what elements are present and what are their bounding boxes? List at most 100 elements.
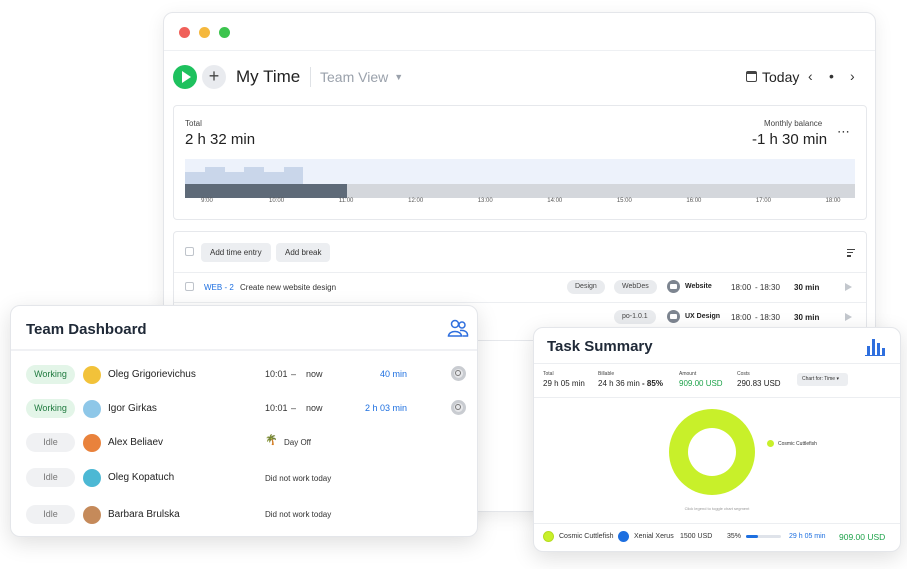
member-time-dash: – <box>291 369 297 379</box>
resume-entry-icon[interactable] <box>845 313 852 321</box>
entry-duration: 30 min <box>794 283 820 292</box>
sort-icon[interactable] <box>847 249 855 259</box>
entry-tag[interactable]: WebDes <box>614 280 657 294</box>
timeline-tick-label: 17:00 <box>755 198 771 204</box>
member-name[interactable]: Alex Beliaev <box>108 437 163 448</box>
activity-icon[interactable] <box>451 366 466 381</box>
entry-description[interactable]: Create new website design <box>240 283 336 292</box>
day-timeline[interactable] <box>185 159 855 198</box>
timeline-tracked <box>185 184 347 198</box>
timeline-tick-label: 12:00 <box>408 198 424 204</box>
window-titlebar <box>164 13 875 51</box>
toolbar: + My Time Team View ▼ Today ‹ • › <box>164 63 875 93</box>
timeline-block <box>205 167 225 184</box>
status-badge: Idle <box>26 505 75 524</box>
member-name[interactable]: Igor Girkas <box>108 403 157 414</box>
add-break-button[interactable]: Add break <box>276 243 331 262</box>
legend-label[interactable]: Cosmic Cuttlefish <box>778 441 817 447</box>
timeline-block <box>264 172 284 184</box>
folder-icon <box>667 280 680 293</box>
timeline-tick-label: 10:00 <box>269 198 285 204</box>
avatar <box>83 506 101 524</box>
row-divider <box>174 302 866 303</box>
team-dashboard-card: Team Dashboard Working Oleg Grigorievich… <box>10 305 478 537</box>
entry-end[interactable]: - 18:30 <box>755 283 780 292</box>
stat-value-billable: 24 h 36 min - 85% <box>598 379 663 388</box>
footer-client[interactable]: Xenial Xerus <box>634 533 674 540</box>
resume-entry-icon[interactable] <box>845 283 852 291</box>
timeline-block <box>284 167 303 184</box>
status-badge: Idle <box>26 468 75 487</box>
prev-day-button[interactable]: ‹ <box>808 68 813 84</box>
entry-tag[interactable]: Design <box>567 280 605 294</box>
task-divider <box>534 363 900 364</box>
team-icon[interactable] <box>447 318 469 338</box>
member-name[interactable]: Oleg Kopatuch <box>108 472 174 483</box>
timeline-tick-label: 13:00 <box>477 198 493 204</box>
member-time-from: 10:01 <box>265 403 288 413</box>
member-time-from: 10:01 <box>265 369 288 379</box>
footer-amount: 909.00 USD <box>839 532 886 542</box>
team-divider <box>11 349 477 351</box>
entry-tag[interactable]: po-1.0.1 <box>614 310 656 324</box>
entry-checkbox[interactable] <box>185 282 194 291</box>
timeline-tick-label: 15:00 <box>616 198 632 204</box>
today-button[interactable]: Today <box>762 69 799 85</box>
member-name[interactable]: Oleg Grigorievichus <box>108 369 196 380</box>
client-color-dot <box>618 531 629 542</box>
add-time-entry-button[interactable]: Add time entry <box>201 243 271 262</box>
donut-chart-slice[interactable] <box>669 409 755 495</box>
stat-value: 290.83 USD <box>737 379 781 388</box>
member-note: Day Off <box>284 438 311 447</box>
entry-project[interactable]: Website <box>685 283 712 290</box>
select-all-checkbox[interactable] <box>185 247 194 256</box>
stat-label: Amount <box>679 371 697 377</box>
project-color-dot <box>543 531 554 542</box>
current-day-button[interactable]: • <box>829 68 834 84</box>
chart-for-dropdown[interactable]: Chart for: Time ▾ <box>797 373 848 386</box>
activity-icon[interactable] <box>451 400 466 415</box>
task-divider <box>534 523 900 524</box>
avatar <box>83 366 101 384</box>
monthly-balance-label: Monthly balance <box>764 119 823 128</box>
next-day-button[interactable]: › <box>850 68 855 84</box>
chevron-down-icon: ▼ <box>394 72 404 82</box>
team-dashboard-title: Team Dashboard <box>26 321 147 338</box>
timeline-block <box>185 172 205 184</box>
entry-duration: 30 min <box>794 313 820 322</box>
stat-label: Costs <box>737 371 750 377</box>
budget-progress-fill <box>746 535 759 538</box>
footer-time: 29 h 05 min <box>789 533 826 540</box>
minimize-window-dot[interactable] <box>199 27 210 38</box>
calendar-icon[interactable] <box>746 71 757 82</box>
summary-card: Total 2 h 32 min Monthly balance -1 h 30… <box>173 105 867 220</box>
avatar <box>83 400 101 418</box>
footer-budget: 1500 USD <box>680 533 713 540</box>
maximize-window-dot[interactable] <box>219 27 230 38</box>
timeline-tick-label: 18:00 <box>825 198 841 204</box>
legend-swatch[interactable] <box>767 440 774 447</box>
stat-label: Billable <box>598 371 615 377</box>
stat-label: Total <box>543 371 554 377</box>
close-window-dot[interactable] <box>179 27 190 38</box>
bar-chart-icon[interactable] <box>865 336 885 356</box>
member-name[interactable]: Barbara Brulska <box>108 509 180 520</box>
start-timer-button[interactable] <box>173 65 197 89</box>
team-view-dropdown[interactable]: Team View ▼ <box>320 69 403 85</box>
monthly-balance-value: -1 h 30 min <box>752 131 828 148</box>
status-badge: Working <box>26 365 75 384</box>
timeline-tick-label: 16:00 <box>686 198 702 204</box>
more-options-icon[interactable]: ⋯ <box>837 124 851 140</box>
entry-end[interactable]: - 18:30 <box>755 313 780 322</box>
palm-tree-icon: 🌴 <box>265 435 278 446</box>
budget-progress <box>746 535 781 538</box>
entry-project[interactable]: UX Design <box>685 313 720 320</box>
entry-ticket-link[interactable]: WEB - 2 <box>204 283 234 292</box>
total-value: 2 h 32 min <box>185 131 256 148</box>
footer-project[interactable]: Cosmic Cuttlefish <box>559 533 613 540</box>
entry-start[interactable]: 18:00 <box>731 313 751 322</box>
timeline-block <box>225 172 244 184</box>
entry-start[interactable]: 18:00 <box>731 283 751 292</box>
add-entry-button[interactable]: + <box>202 65 226 89</box>
status-badge: Working <box>26 399 75 418</box>
